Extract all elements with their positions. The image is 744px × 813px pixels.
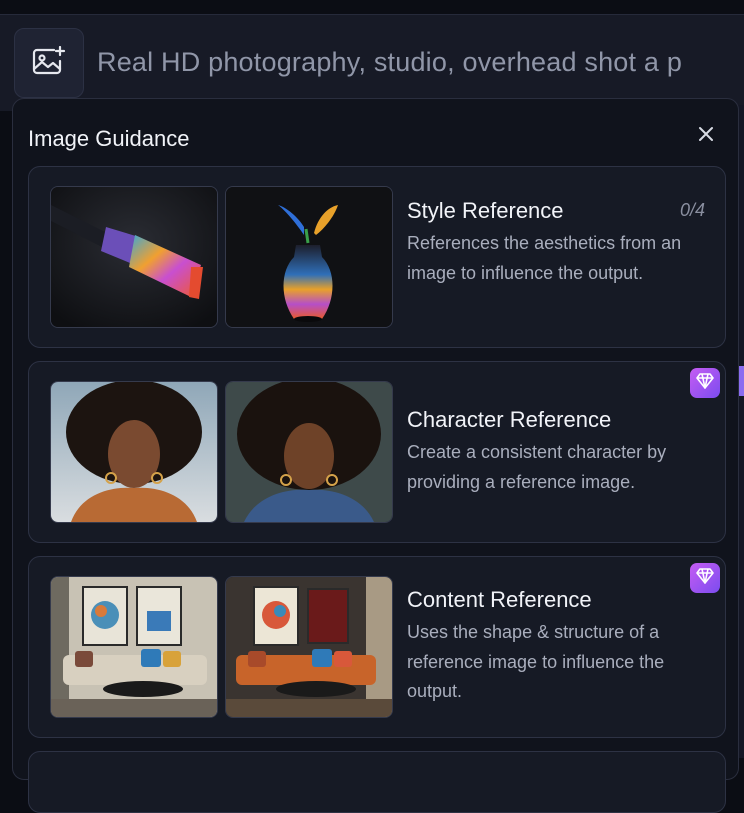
content-thumbnail-2[interactable] — [225, 576, 393, 718]
close-button[interactable] — [695, 125, 717, 147]
background-accent — [739, 366, 744, 396]
style-thumbnail-paintbrush[interactable] — [50, 186, 218, 328]
style-reference-card[interactable]: Style Reference 0/4 References the aesth… — [28, 166, 726, 348]
card-description: References the aesthetics from an image … — [407, 233, 682, 283]
prompt-input[interactable]: Real HD photography, studio, overhead sh… — [97, 44, 744, 80]
character-thumbnail-2[interactable] — [225, 381, 393, 523]
diamond-icon — [696, 567, 714, 589]
content-thumbnail-1[interactable] — [50, 576, 218, 718]
premium-badge — [690, 368, 720, 398]
next-reference-card[interactable] — [28, 751, 726, 813]
add-image-icon — [32, 45, 66, 81]
panel-title: Image Guidance — [28, 126, 190, 151]
card-title: Style Reference — [407, 198, 564, 223]
reference-count: 0/4 — [679, 200, 705, 220]
image-guidance-panel: Image Guidance Style Reference 0/4 Refer… — [12, 98, 739, 813]
content-reference-card[interactable]: Content Reference Uses the shape & struc… — [28, 556, 726, 738]
premium-badge — [690, 563, 720, 593]
diamond-icon — [696, 372, 714, 394]
image-guidance-button[interactable] — [14, 28, 84, 98]
card-description: Create a consistent character by providi… — [407, 442, 667, 492]
card-title: Character Reference — [407, 407, 612, 432]
close-icon — [698, 126, 714, 147]
character-reference-card[interactable]: Character Reference Create a consistent … — [28, 361, 726, 543]
card-title: Content Reference — [407, 587, 592, 612]
style-thumbnail-vase[interactable] — [225, 186, 393, 328]
character-thumbnail-1[interactable] — [50, 381, 218, 523]
card-description: Uses the shape & structure of a referenc… — [407, 622, 665, 701]
